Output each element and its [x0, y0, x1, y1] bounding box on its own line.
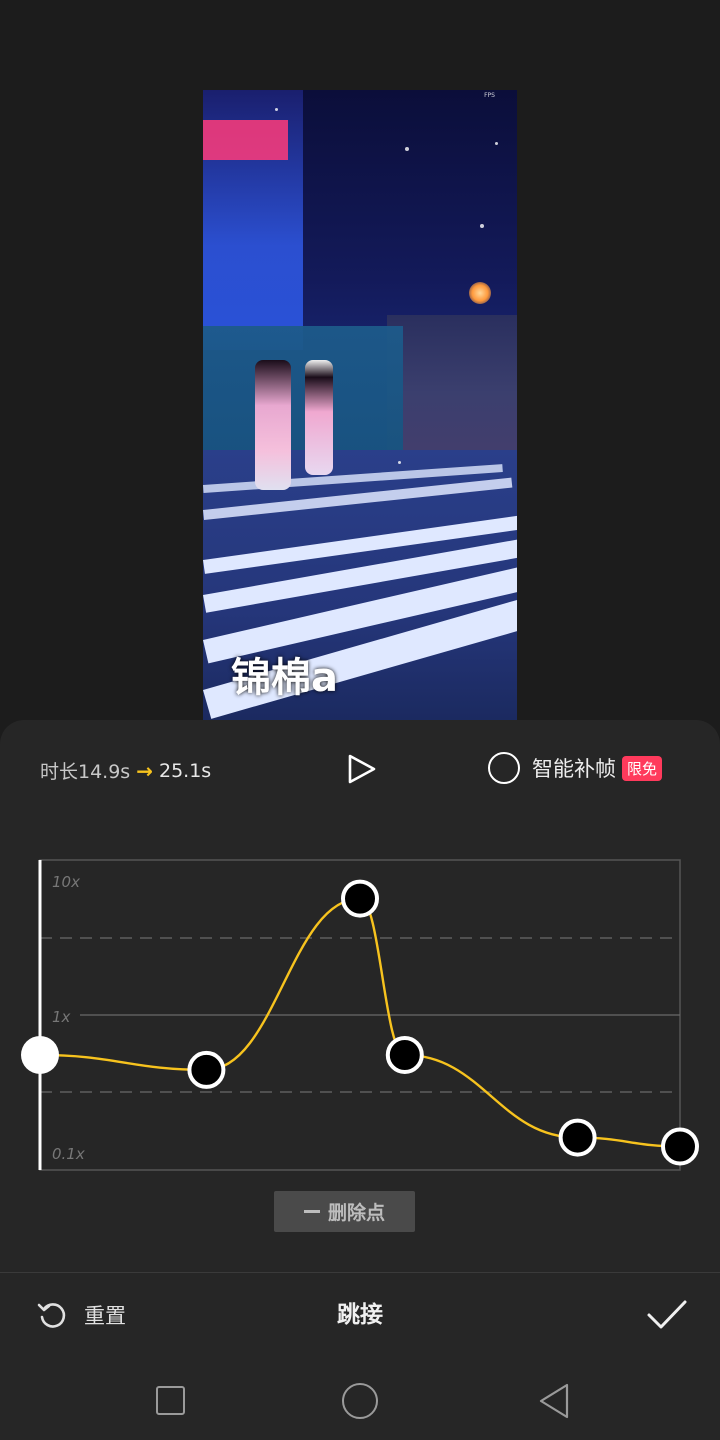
scene-snow [480, 224, 484, 228]
duration-after: 25.1s [158, 759, 212, 782]
smart-interpolation-toggle[interactable]: 智能补帧 限免 [488, 752, 663, 784]
smart-interpolation-label: 智能补帧 [532, 757, 616, 781]
video-preview[interactable]: FPS 锦棉a [203, 90, 517, 720]
delete-point-button[interactable]: 删除点 [274, 1191, 415, 1232]
bottom-panel: 时长14.9s → 25.1s 智能补帧 限免 10x 1x 0.1x 删除点 … [0, 720, 720, 1440]
video-watermark: 锦棉a [231, 655, 338, 701]
curve-point[interactable] [661, 1127, 699, 1166]
duration-before: 时长14.9s [40, 761, 131, 783]
curve-points [21, 879, 699, 1166]
speed-curve-editor: FPS 锦棉a 时长14.9s → 25.1s 智能补帧 限免 10x 1x 0… [0, 0, 720, 1440]
play-icon[interactable] [344, 752, 378, 786]
free-badge: 限免 [622, 755, 663, 781]
back-icon[interactable] [536, 1382, 572, 1420]
radio-unchecked-icon[interactable] [488, 752, 520, 784]
duration-info: 时长14.9s → 25.1s [40, 757, 211, 784]
character-right [305, 360, 333, 475]
preset-title: 跳接 [337, 1302, 383, 1328]
y-label-0.1x: 0.1x [52, 1145, 85, 1163]
fps-indicator: FPS [484, 92, 495, 99]
speed-curve-graph[interactable]: 10x 1x 0.1x [0, 850, 720, 1190]
curve-point[interactable] [385, 1035, 424, 1074]
scene-snow [495, 142, 498, 145]
scene-neon-sign [203, 120, 288, 160]
arrow-right-icon: → [136, 758, 153, 783]
curve-point[interactable] [341, 879, 379, 918]
y-label-1x: 1x [52, 1008, 71, 1026]
scene-snow [398, 461, 401, 464]
divider [0, 1272, 720, 1273]
curve-point[interactable] [558, 1118, 597, 1157]
checkmark-icon[interactable] [646, 1298, 688, 1332]
home-icon[interactable] [342, 1383, 378, 1419]
curve-point-selected[interactable] [21, 1035, 59, 1074]
y-label-10x: 10x [52, 873, 80, 891]
scene-snow [405, 147, 409, 151]
speed-curve-line [39, 897, 681, 1148]
recent-apps-icon[interactable] [156, 1386, 185, 1415]
scene-street-lamp [469, 282, 491, 304]
minus-icon [303, 1210, 320, 1213]
curve-point[interactable] [187, 1050, 226, 1089]
scene-snow [275, 108, 278, 111]
system-nav-bar [0, 1360, 720, 1440]
delete-point-label: 删除点 [327, 1202, 385, 1224]
character-left [255, 360, 291, 490]
